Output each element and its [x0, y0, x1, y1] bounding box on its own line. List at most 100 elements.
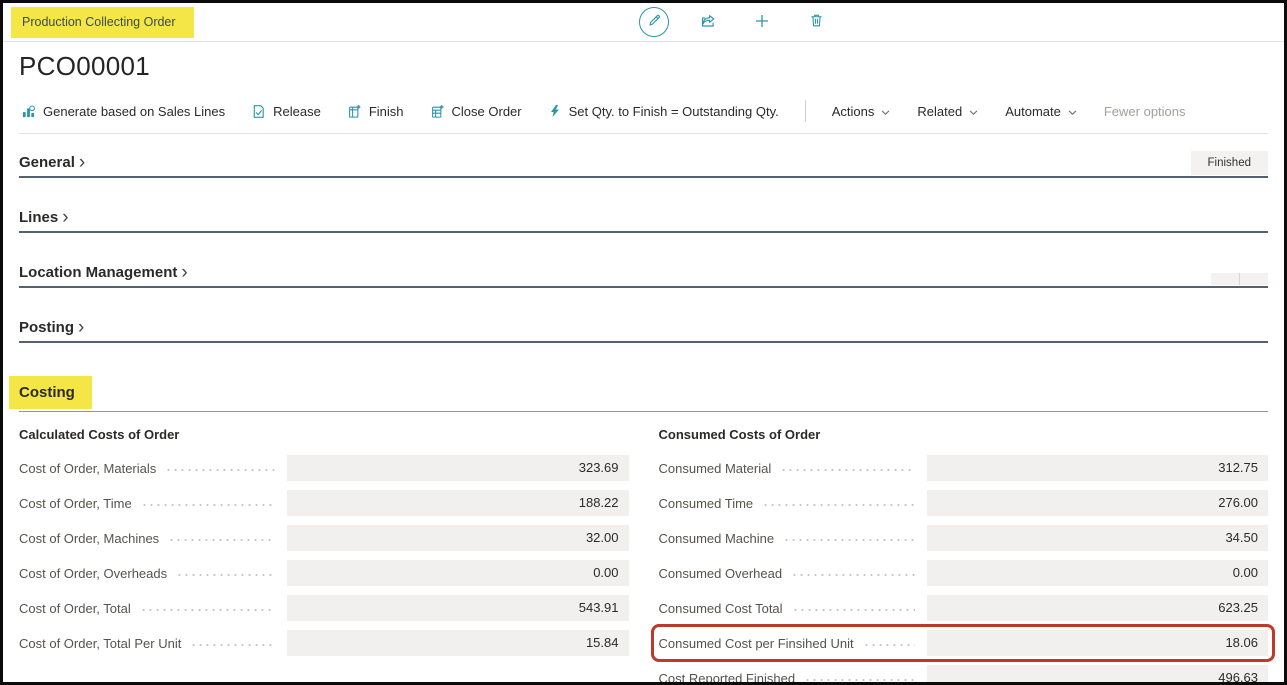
- consumed-material-field: Consumed Material 312.75: [659, 455, 1269, 481]
- set-qty-to-finish-action[interactable]: Set Qty. to Finish = Outstanding Qty.: [548, 104, 779, 119]
- section-costing: Costing: [19, 376, 1268, 412]
- share-button[interactable]: [693, 7, 723, 37]
- cost-field-label: Consumed Material: [659, 461, 772, 476]
- dotted-leader: [762, 504, 915, 506]
- cost-field-label: Cost of Order, Time: [19, 496, 132, 511]
- dotted-leader: [168, 539, 275, 541]
- action-bar-separator: [805, 100, 806, 122]
- dotted-leader: [190, 644, 275, 646]
- cost-field-value[interactable]: 312.75: [927, 455, 1268, 481]
- edit-pencil-icon: [647, 13, 662, 31]
- new-button[interactable]: [747, 7, 777, 37]
- action-label: Generate based on Sales Lines: [43, 104, 225, 119]
- edit-button[interactable]: [639, 7, 669, 37]
- dotted-leader: [176, 574, 275, 576]
- dotted-leader: [804, 679, 915, 681]
- action-bar: Generate based on Sales Lines Release Fi…: [19, 95, 1268, 134]
- cost-field-label: Consumed Machine: [659, 531, 775, 546]
- consumed-cost-total-field: Consumed Cost Total 623.25: [659, 595, 1269, 621]
- consumed-costs-header: Consumed Costs of Order: [659, 427, 1269, 442]
- section-location-management: Location Management ›: [19, 264, 1268, 288]
- cost-field-value[interactable]: 18.06: [927, 630, 1268, 656]
- cost-field-value[interactable]: 188.22: [287, 490, 628, 516]
- action-label: Close Order: [452, 104, 522, 119]
- cost-of-order-total-per-unit-field: Cost of Order, Total Per Unit 15.84: [19, 630, 629, 656]
- section-costing-label-highlighted: Costing: [9, 376, 92, 409]
- cost-field-label: Cost of Order, Materials: [19, 461, 156, 476]
- dotted-leader: [140, 609, 275, 611]
- cost-field-label: Cost of Order, Total Per Unit: [19, 636, 181, 651]
- cost-field-value[interactable]: 323.69: [287, 455, 628, 481]
- cost-field-label: Consumed Cost per Finsihed Unit: [659, 636, 854, 651]
- section-general: General › Finished: [19, 151, 1268, 178]
- cost-field-value[interactable]: 34.50: [927, 525, 1268, 551]
- section-location-management-toggle[interactable]: Location Management ›: [19, 264, 188, 286]
- consumed-costs-rows: Consumed Material 312.75 Consumed Time 2…: [659, 455, 1269, 685]
- section-lines: Lines ›: [19, 209, 1268, 233]
- cost-of-order-time-field: Cost of Order, Time 188.22: [19, 490, 629, 516]
- page-title: PCO00001: [19, 51, 1268, 82]
- dotted-leader: [141, 504, 275, 506]
- action-label: Finish: [369, 104, 404, 119]
- dotted-leader: [165, 469, 275, 471]
- menu-label: Related: [917, 104, 962, 119]
- fewer-options-button[interactable]: Fewer options: [1104, 104, 1186, 119]
- section-general-toggle[interactable]: General ›: [19, 154, 85, 176]
- cost-field-label: Cost of Order, Overheads: [19, 566, 167, 581]
- close-order-action[interactable]: Close Order: [430, 104, 522, 119]
- cost-field-value[interactable]: 15.84: [287, 630, 628, 656]
- chevron-down-icon: [1067, 107, 1078, 118]
- consumed-cost-per-finished-unit-field: Consumed Cost per Finsihed Unit 18.06: [659, 630, 1269, 656]
- cost-field-value[interactable]: 0.00: [927, 560, 1268, 586]
- cost-of-order-machines-field: Cost of Order, Machines 32.00: [19, 525, 629, 551]
- section-general-badges: Finished: [1191, 151, 1268, 175]
- automate-menu[interactable]: Automate: [1005, 104, 1078, 119]
- calculated-costs-rows: Cost of Order, Materials 323.69 Cost of …: [19, 455, 629, 656]
- location-badge-to: [1239, 273, 1268, 285]
- related-menu[interactable]: Related: [917, 104, 979, 119]
- dotted-leader: [863, 644, 915, 646]
- delete-trash-icon: [809, 13, 824, 31]
- delete-button[interactable]: [801, 7, 831, 37]
- consumed-costs-column: Consumed Costs of Order Consumed Materia…: [659, 427, 1269, 685]
- cost-field-value[interactable]: 496.63: [927, 665, 1268, 685]
- calculated-costs-header: Calculated Costs of Order: [19, 427, 629, 442]
- finish-action[interactable]: Finish: [347, 104, 404, 119]
- cost-of-order-total-field: Cost of Order, Total 543.91: [19, 595, 629, 621]
- cost-field-label: Cost of Order, Total: [19, 601, 131, 616]
- costing-content: Calculated Costs of Order Cost of Order,…: [19, 427, 1268, 685]
- actions-menu[interactable]: Actions: [832, 104, 892, 119]
- generate-based-on-sales-lines-action[interactable]: Generate based on Sales Lines: [21, 104, 225, 119]
- menu-label: Automate: [1005, 104, 1061, 119]
- action-label: Release: [273, 104, 321, 119]
- cost-field-label: Cost of Order, Machines: [19, 531, 159, 546]
- doc-check-icon: [251, 104, 266, 119]
- cost-field-label: Consumed Cost Total: [659, 601, 783, 616]
- chevron-right-icon: ›: [78, 322, 84, 334]
- doc-plus-icon: [347, 104, 362, 119]
- section-lines-toggle[interactable]: Lines ›: [19, 209, 69, 231]
- status-badge-finished: Finished: [1191, 151, 1268, 175]
- cost-field-label: Cost Reported Finished: [659, 671, 796, 685]
- action-label: Set Qty. to Finish = Outstanding Qty.: [569, 104, 779, 119]
- menu-label: Actions: [832, 104, 875, 119]
- command-bar: [639, 7, 831, 37]
- chevron-right-icon: ›: [62, 212, 68, 224]
- cost-field-value[interactable]: 0.00: [287, 560, 628, 586]
- lightning-icon: [548, 104, 562, 118]
- cost-of-order-materials-field: Cost of Order, Materials 323.69: [19, 455, 629, 481]
- production-collecting-order-page: Production Collecting Order PCO00001 Gen…: [3, 3, 1284, 685]
- release-action[interactable]: Release: [251, 104, 321, 119]
- dotted-leader: [791, 574, 915, 576]
- dotted-leader: [783, 539, 915, 541]
- section-costing-toggle[interactable]: Costing: [19, 376, 92, 411]
- section-posting-toggle[interactable]: Posting ›: [19, 319, 84, 341]
- add-plus-icon: [754, 13, 770, 32]
- cost-field-value[interactable]: 623.25: [927, 595, 1268, 621]
- consumed-machine-field: Consumed Machine 34.50: [659, 525, 1269, 551]
- cost-field-value[interactable]: 543.91: [287, 595, 628, 621]
- cost-field-value[interactable]: 32.00: [287, 525, 628, 551]
- top-caption-bar: Production Collecting Order: [3, 3, 1284, 42]
- chevron-right-icon: ›: [79, 157, 85, 169]
- cost-field-value[interactable]: 276.00: [927, 490, 1268, 516]
